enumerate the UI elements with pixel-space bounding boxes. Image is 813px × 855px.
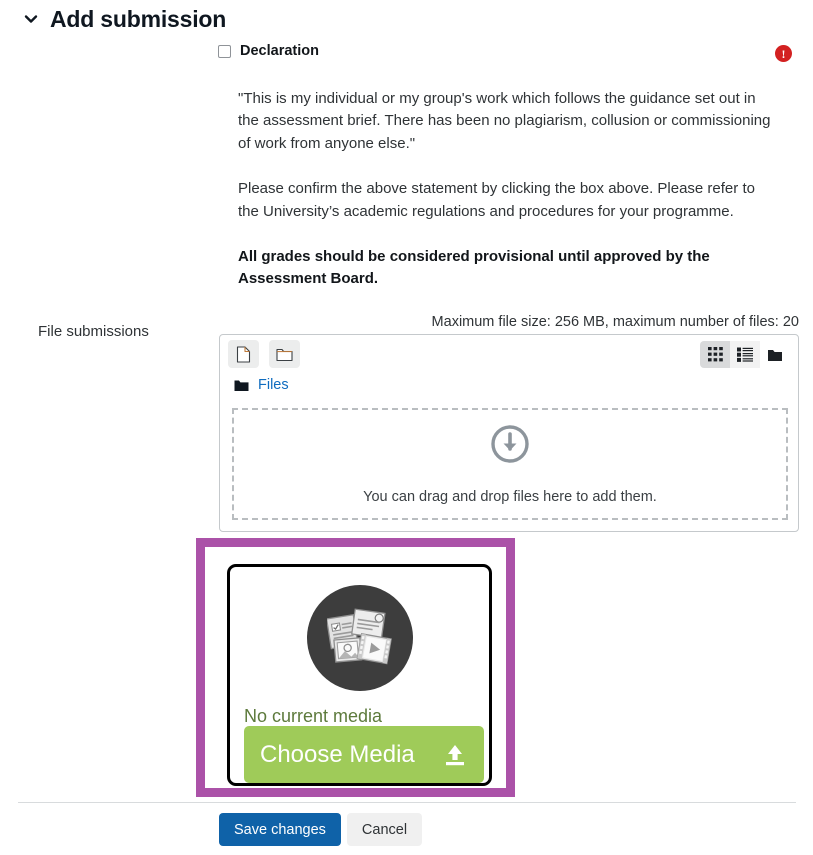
footer-divider <box>18 802 796 803</box>
view-mode-group <box>700 341 790 368</box>
file-dropzone[interactable]: You can drag and drop files here to add … <box>232 408 788 520</box>
declaration-text: "This is my individual or my group's wor… <box>238 88 778 291</box>
declaration-row: Declaration <box>218 44 319 59</box>
grid-view-icon[interactable] <box>700 341 730 368</box>
dropzone-text: You can drag and drop files here to add … <box>363 488 657 505</box>
page-title: Add submission <box>50 5 227 32</box>
declaration-paragraph-2: Please confirm the above statement by cl… <box>238 180 755 220</box>
required-glyph: ! <box>781 46 786 61</box>
folder-add-icon[interactable] <box>269 340 301 368</box>
file-add-icon[interactable] <box>228 340 259 368</box>
declaration-label: Declaration <box>240 43 319 59</box>
list-view-icon[interactable] <box>730 341 760 368</box>
media-widget-highlight: No current media Choose Media <box>196 538 515 797</box>
breadcrumb: Files <box>234 377 289 393</box>
tree-view-icon[interactable] <box>760 341 790 368</box>
file-manager-toolbar <box>220 335 798 375</box>
choose-media-button[interactable]: Choose Media <box>244 726 484 783</box>
folder-icon <box>234 379 249 392</box>
file-submissions-label: File submissions <box>38 323 149 340</box>
file-manager: Files You can drag and drop files here t… <box>219 334 799 532</box>
chevron-down-icon[interactable] <box>22 10 40 28</box>
save-changes-button[interactable]: Save changes <box>219 813 341 846</box>
choose-media-label: Choose Media <box>260 740 415 768</box>
upload-icon <box>442 743 468 767</box>
section-header: Add submission <box>0 0 813 38</box>
breadcrumb-item-files[interactable]: Files <box>258 377 289 393</box>
media-collage-icon <box>306 585 413 691</box>
max-file-size-note: Maximum file size: 256 MB, maximum numbe… <box>431 314 799 330</box>
declaration-checkbox[interactable] <box>218 44 231 58</box>
media-status-text: No current media <box>244 706 383 726</box>
footer-actions: Save changes Cancel <box>219 813 423 846</box>
download-arrow-icon <box>490 424 530 469</box>
cancel-button[interactable]: Cancel <box>346 813 423 846</box>
media-widget-card: No current media Choose Media <box>227 564 492 786</box>
declaration-paragraph-1: "This is my individual or my group's wor… <box>238 90 771 152</box>
required-error-icon: ! <box>775 45 792 62</box>
declaration-paragraph-3: All grades should be considered provisio… <box>238 248 710 288</box>
